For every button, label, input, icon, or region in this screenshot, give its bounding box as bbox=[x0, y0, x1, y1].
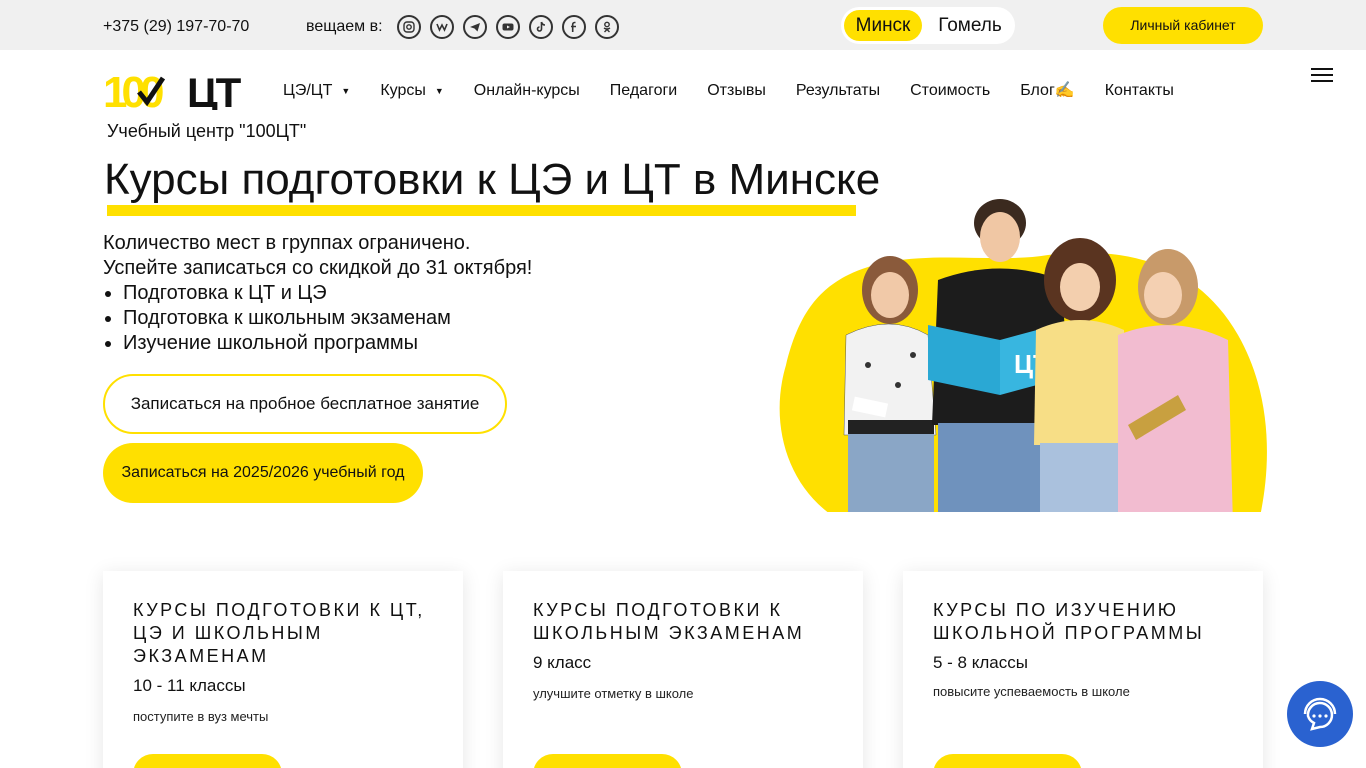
nav-label: Педагоги bbox=[609, 82, 678, 99]
page-title: Курсы подготовки к ЦЭ и ЦТ в Минске bbox=[104, 155, 881, 204]
card-title: КУРСЫ ПОДГОТОВКИ К ЦТ, ЦЭ И ШКОЛЬНЫМ ЭКЗ… bbox=[133, 600, 425, 666]
city-gomel[interactable]: Гомель bbox=[929, 10, 1011, 41]
card-details-button[interactable]: Подробнее bbox=[933, 754, 1082, 768]
enroll-year-button[interactable]: Записаться на 2025/2026 учебный год bbox=[103, 443, 423, 503]
nav-label: Результаты bbox=[795, 82, 881, 99]
caret-down-icon: ▼ bbox=[434, 86, 444, 96]
nav-item-online-courses[interactable]: Онлайн-курсы bbox=[474, 81, 580, 101]
hero-lead: Количество мест в группах ограничено. Ус… bbox=[103, 231, 532, 281]
hero-students-image: ЦТ bbox=[778, 195, 1268, 512]
card-note: повысите успеваемость в школе bbox=[933, 684, 1130, 699]
hero-bullets: Подготовка к ЦТ и ЦЭ Подготовка к школьн… bbox=[103, 281, 451, 356]
card-note: улучшите отметку в школе bbox=[533, 686, 694, 701]
nav-item-teachers[interactable]: Педагоги bbox=[610, 81, 677, 101]
social-links bbox=[397, 15, 619, 39]
nav-item-reviews[interactable]: Отзывы bbox=[707, 81, 766, 101]
broadcast-label: вещаем в: bbox=[306, 18, 383, 35]
course-card-ct-ce[interactable]: КУРСЫ ПОДГОТОВКИ К ЦТ, ЦЭ И ШКОЛЬНЫМ ЭКЗ… bbox=[103, 571, 463, 768]
card-details-button[interactable]: Подробнее bbox=[533, 754, 682, 768]
nav-label: Онлайн-курсы bbox=[473, 82, 580, 99]
card-grade: 10 - 11 классы bbox=[133, 676, 246, 695]
nav-label: Контакты bbox=[1104, 82, 1174, 99]
title-underline bbox=[107, 205, 856, 216]
svg-text:ЦТ: ЦТ bbox=[187, 72, 242, 110]
personal-cabinet-button[interactable]: Личный кабинет bbox=[1103, 7, 1263, 44]
nav-item-blog[interactable]: Блог✍ bbox=[1020, 81, 1075, 101]
trial-lesson-button[interactable]: Записаться на пробное бесплатное занятие bbox=[103, 374, 507, 434]
youtube-icon[interactable] bbox=[496, 15, 520, 39]
nav-label: ЦЭ/ЦТ bbox=[283, 82, 333, 99]
nav-label: Отзывы bbox=[707, 82, 766, 99]
tiktok-icon[interactable] bbox=[529, 15, 553, 39]
odnoklassniki-icon[interactable] bbox=[595, 15, 619, 39]
card-details-button[interactable]: Подробнее bbox=[133, 754, 282, 768]
logo[interactable]: 100 ЦТ bbox=[103, 68, 244, 117]
bullet-item: Изучение школьной программы bbox=[103, 331, 451, 356]
lead-line-1: Количество мест в группах ограничено. bbox=[103, 232, 471, 254]
city-minsk[interactable]: Минск bbox=[844, 10, 922, 41]
chat-bubble-icon bbox=[1303, 697, 1337, 731]
card-title: КУРСЫ ПО ИЗУЧЕНИЮ ШКОЛЬНОЙ ПРОГРАММЫ bbox=[933, 600, 1205, 643]
burger-menu-icon[interactable] bbox=[1311, 68, 1333, 84]
vk-icon[interactable] bbox=[430, 15, 454, 39]
nav-label: Блог✍ bbox=[1020, 82, 1075, 99]
card-note: поступите в вуз мечты bbox=[133, 709, 269, 724]
instagram-icon[interactable] bbox=[397, 15, 421, 39]
topbar: +375 (29) 197-70-70 вещаем в: Минск Гоме… bbox=[0, 0, 1366, 50]
course-card-school-program[interactable]: КУРСЫ ПО ИЗУЧЕНИЮ ШКОЛЬНОЙ ПРОГРАММЫ 5 -… bbox=[903, 571, 1263, 768]
city-switch: Минск Гомель bbox=[841, 7, 1015, 44]
course-card-school-exams[interactable]: КУРСЫ ПОДГОТОВКИ К ШКОЛЬНЫМ ЭКЗАМЕНАМ 9 … bbox=[503, 571, 863, 768]
nav-item-courses[interactable]: Курсы ▼ bbox=[380, 81, 443, 101]
phone-link[interactable]: +375 (29) 197-70-70 bbox=[103, 18, 249, 36]
caret-down-icon: ▼ bbox=[341, 86, 351, 96]
telegram-icon[interactable] bbox=[463, 15, 487, 39]
bullet-item: Подготовка к ЦТ и ЦЭ bbox=[103, 281, 451, 306]
lead-line-2: Успейте записаться со скидкой до 31 октя… bbox=[103, 257, 533, 279]
chat-widget-button[interactable] bbox=[1287, 681, 1353, 747]
main-nav: ЦЭ/ЦТ ▼ Курсы ▼ Онлайн-курсы Педагоги Отзы… bbox=[283, 81, 1204, 101]
nav-label: Стоимость bbox=[910, 82, 991, 99]
bullet-item: Подготовка к школьным экзаменам bbox=[103, 306, 451, 331]
nav-item-pricing[interactable]: Стоимость bbox=[910, 81, 990, 101]
nav-label: Курсы bbox=[380, 82, 426, 99]
nav-item-ce-ct[interactable]: ЦЭ/ЦТ ▼ bbox=[283, 81, 350, 101]
card-grade: 5 - 8 классы bbox=[933, 653, 1028, 672]
card-grade: 9 класс bbox=[533, 653, 592, 672]
hero-subtitle: Учебный центр "100ЦТ" bbox=[107, 121, 307, 141]
nav-item-contacts[interactable]: Контакты bbox=[1105, 81, 1174, 101]
card-title: КУРСЫ ПОДГОТОВКИ К ШКОЛЬНЫМ ЭКЗАМЕНАМ bbox=[533, 600, 805, 643]
nav-item-results[interactable]: Результаты bbox=[796, 81, 880, 101]
facebook-icon[interactable] bbox=[562, 15, 586, 39]
